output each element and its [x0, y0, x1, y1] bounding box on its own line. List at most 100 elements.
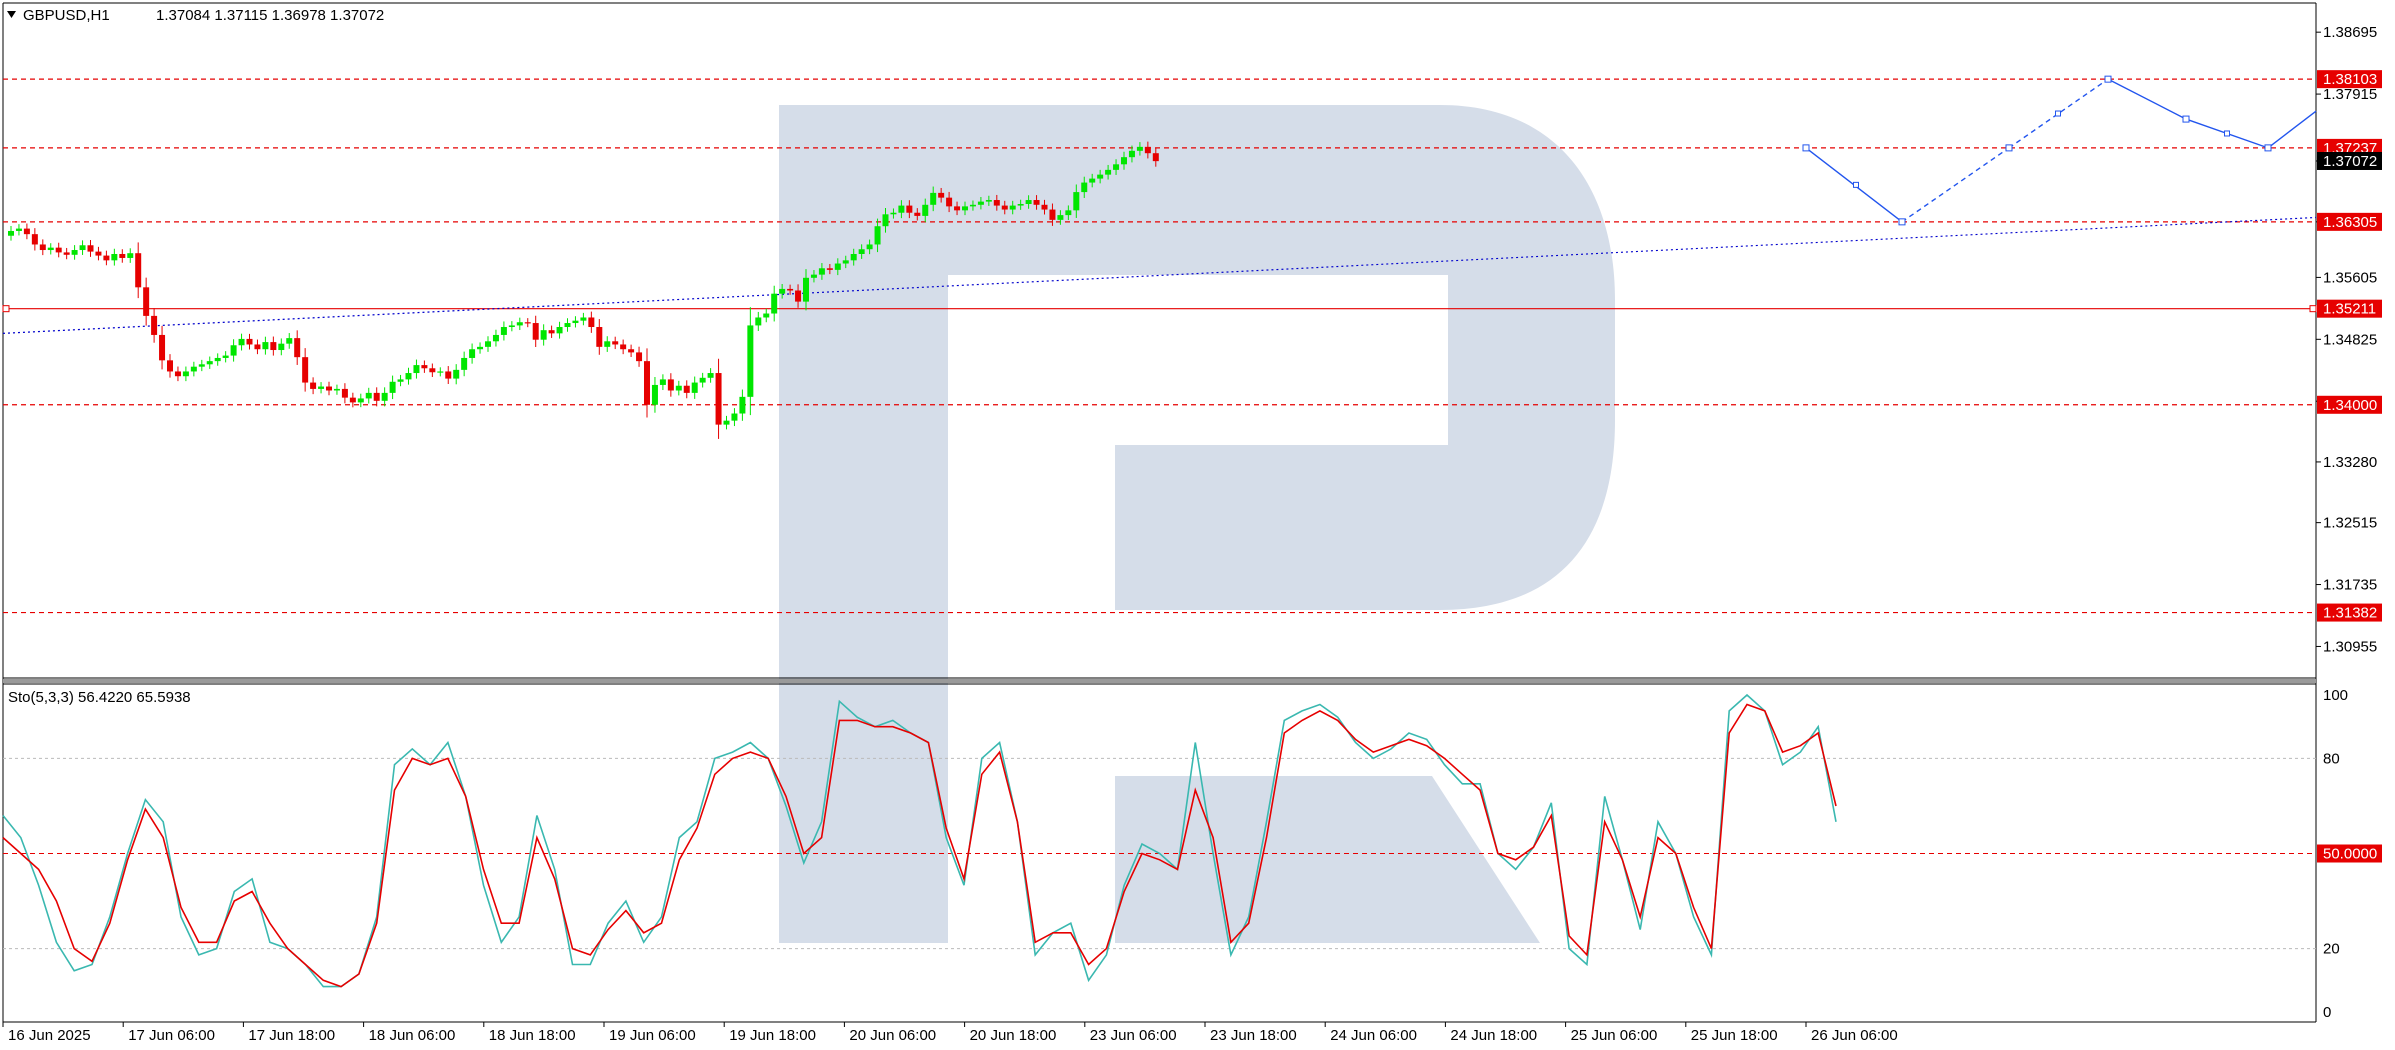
bull-candle [79, 245, 86, 251]
bull-candle [508, 325, 515, 328]
bear-candle [644, 361, 650, 405]
bull-candle [1025, 200, 1032, 204]
bull-candle [286, 338, 293, 344]
bear-candle [596, 327, 603, 347]
bull-candle [1065, 210, 1072, 216]
bull-candle [437, 371, 444, 373]
bull-candle [1136, 146, 1143, 151]
time-axis-label: 19 Jun 06:00 [609, 1027, 696, 1044]
bull-candle [516, 322, 523, 326]
bull-candle [866, 244, 873, 250]
bull-candle [206, 361, 213, 365]
forecast-midpoint[interactable] [1853, 181, 1859, 188]
bull-candle [230, 345, 237, 356]
bear-candle [938, 192, 945, 198]
level-price-text: 1.35211 [2323, 301, 2376, 318]
bear-candle [341, 388, 348, 398]
bull-candle [238, 338, 245, 346]
level-handle-left[interactable] [2, 305, 10, 313]
bull-candle [1121, 157, 1127, 165]
bear-candle [63, 252, 70, 255]
forecast-point[interactable] [1802, 144, 1810, 152]
price-axis: 1.38695 1.37915 1.37072 1.36305 1.35605 1.348… [2316, 24, 2377, 655]
bear-candle [532, 323, 539, 340]
forecast-point[interactable] [2264, 144, 2272, 152]
price-axis-label: 1.38695 [2323, 24, 2377, 41]
forecast-path[interactable] [1802, 75, 2317, 226]
level-price-text: 1.34000 [2323, 397, 2377, 414]
bear-candle [103, 255, 110, 261]
price-axis-label: 1.34825 [2323, 331, 2377, 348]
bull-candle [47, 247, 54, 251]
bear-candle [421, 365, 428, 369]
bear-candle [135, 253, 142, 288]
time-axis-label: 20 Jun 06:00 [849, 1027, 936, 1044]
oscillator-axis: 100 80 50.0000 20 0 [2323, 687, 2377, 1021]
bear-candle [39, 244, 46, 251]
bear-candle [87, 245, 94, 252]
bull-candle [818, 268, 825, 275]
bull-candle [755, 317, 762, 326]
bull-candle [842, 260, 849, 264]
bull-candle [262, 342, 269, 350]
bear-candle [1049, 209, 1056, 220]
forecast-point[interactable] [1898, 218, 1906, 226]
bear-candle [445, 371, 452, 379]
triangle-down-icon[interactable] [7, 11, 16, 18]
bear-candle [254, 344, 261, 350]
bull-candle [707, 373, 714, 378]
bull-candle [572, 320, 579, 324]
bull-candle [651, 384, 658, 405]
level-handle-right[interactable] [2309, 305, 2317, 313]
forecast-midpoint[interactable] [2224, 130, 2230, 137]
bull-candle [874, 226, 881, 245]
bear-candle [174, 371, 181, 377]
forecast-point[interactable] [2104, 75, 2112, 83]
bear-candle [588, 317, 595, 328]
bull-candle [771, 293, 778, 314]
bear-candle [1033, 200, 1040, 205]
oscillator-title: Sto(5,3,3) 56.4220 65.5938 [8, 689, 191, 706]
bear-candle [795, 290, 802, 302]
time-axis: 16 Jun 2025 17 Jun 06:00 17 Jun 18:00 18 Ju… [2, 1022, 1898, 1044]
bull-candle [71, 250, 78, 255]
bull-candle [405, 373, 412, 380]
osc-axis-label: 80 [2323, 750, 2340, 767]
bull-candle [1017, 203, 1024, 206]
bear-candle [119, 253, 126, 258]
forecast-midpoint[interactable] [2055, 110, 2061, 117]
symbol-timeframe: GBPUSD,H1 [23, 7, 110, 24]
forecast-segment[interactable] [2267, 110, 2317, 149]
bull-candle [15, 228, 22, 231]
bull-candle [461, 357, 468, 370]
bull-candle [492, 334, 499, 342]
forecast-segment[interactable] [2107, 78, 2187, 120]
bull-candle [413, 365, 420, 374]
bull-candle [8, 230, 14, 236]
bull-candle [699, 377, 706, 383]
bear-candle [143, 287, 150, 316]
bull-candle [691, 382, 698, 393]
bear-candle [373, 392, 380, 401]
bull-candle [659, 379, 666, 385]
bull-candle [214, 357, 221, 362]
forecast-segment[interactable] [1901, 147, 2010, 223]
bear-candle [167, 360, 173, 372]
forecast-point[interactable] [2005, 144, 2013, 152]
bear-candle [23, 228, 30, 235]
bull-candle [834, 263, 841, 270]
level-price-text: 1.36305 [2323, 214, 2377, 231]
chart-header: GBPUSD,H1 1.37084 1.37115 1.36978 1.3707… [7, 7, 384, 24]
bull-candle [222, 355, 229, 358]
time-axis-label: 18 Jun 18:00 [489, 1027, 576, 1044]
trading-chart[interactable]: GBPUSD,H1 1.37084 1.37115 1.36978 1.3707… [0, 0, 2395, 1050]
bull-candle [763, 313, 770, 318]
osc-axis-label: 20 [2323, 941, 2340, 958]
price-axis-label: 1.30955 [2323, 638, 2377, 655]
bear-candle [1152, 153, 1159, 162]
forecast-point[interactable] [2182, 115, 2190, 123]
bull-candle [485, 341, 491, 347]
bear-candle [294, 338, 301, 358]
bear-candle [612, 341, 619, 345]
rp-logo-watermark [779, 105, 1615, 943]
